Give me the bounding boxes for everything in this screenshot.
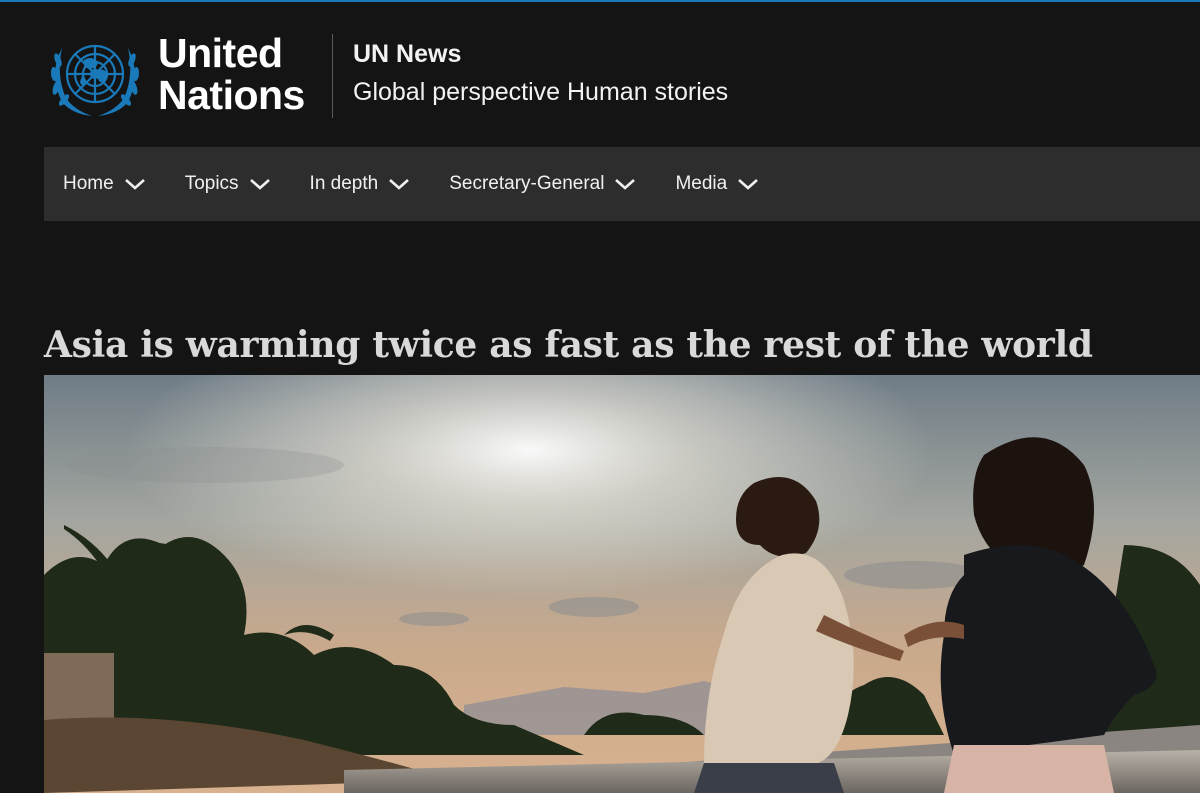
- nav-item-in-depth[interactable]: In depth: [310, 173, 411, 195]
- site-header: United Nations UN News Global perspectiv…: [0, 2, 1200, 146]
- site-title[interactable]: UN News: [353, 40, 461, 69]
- hero-photo: [44, 375, 1200, 793]
- nav-item-label: Topics: [184, 173, 239, 194]
- org-name-line1: United: [158, 30, 283, 76]
- org-name-line2: Nations: [158, 72, 305, 118]
- nav-item-media[interactable]: Media: [675, 173, 759, 195]
- nav-item-label: In depth: [309, 173, 379, 194]
- nav-item-home[interactable]: Home: [63, 173, 146, 195]
- nav-item-label: Media: [675, 173, 728, 194]
- chevron-down-icon: [124, 179, 145, 190]
- header-divider: [332, 34, 333, 118]
- un-emblem-icon[interactable]: [44, 30, 146, 120]
- nav-item-topics[interactable]: Topics: [185, 173, 271, 195]
- org-name-logo[interactable]: United Nations: [158, 32, 328, 116]
- chevron-down-icon: [615, 179, 636, 190]
- site-tagline: Global perspective Human stories: [353, 78, 729, 106]
- nav-item-label: Secretary-General: [449, 173, 605, 194]
- main-navigation: Home Topics In depth Secretary-General M…: [44, 147, 1200, 221]
- chevron-down-icon: [389, 179, 410, 190]
- chevron-down-icon: [249, 179, 270, 190]
- nav-item-label: Home: [63, 173, 114, 194]
- article-headline: Asia is warming twice as fast as the res…: [44, 324, 1093, 367]
- chevron-down-icon: [738, 179, 759, 190]
- nav-item-secretary-general[interactable]: Secretary-General: [449, 173, 636, 195]
